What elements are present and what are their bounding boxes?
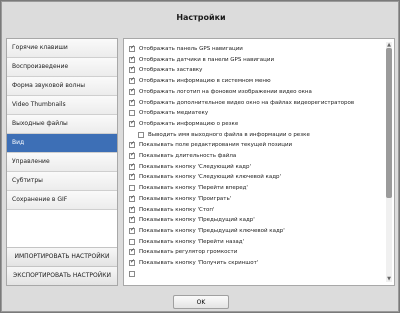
option-checkbox[interactable]: [138, 131, 144, 138]
option-checkbox[interactable]: [129, 65, 135, 74]
settings-dialog: Настройки Горячие клавиши Воспроизведени…: [1, 1, 399, 312]
option-label: Отображать информацию о резке: [139, 120, 239, 127]
option-label: Отображать информацию в системном меню: [139, 78, 271, 85]
option-checkbox[interactable]: [129, 44, 135, 52]
option-label: Показывать кнопку 'Перейти вперед': [139, 185, 248, 192]
option-row[interactable]: Выводить имя выходного файла в информаци…: [138, 130, 310, 140]
dialog-title: Настройки: [176, 13, 226, 22]
option-row[interactable]: Отображать панель GPS навигации: [129, 44, 243, 54]
option-row[interactable]: Отображать дополнительное видео окно на …: [129, 98, 354, 108]
scroll-down-icon[interactable]: ▼: [386, 276, 392, 282]
option-row[interactable]: Отображать медиатеку: [129, 108, 208, 118]
ok-button[interactable]: OK: [173, 295, 229, 309]
sidebar-item-controls[interactable]: Управление: [7, 153, 117, 172]
sidebar-item-output-files[interactable]: Выходные файлы: [7, 115, 117, 134]
option-label: Показывать кнопку 'Предыдущий кадр': [139, 217, 255, 224]
option-row[interactable]: Отображать датчики в панели GPS навигаци…: [129, 55, 274, 65]
option-row[interactable]: Показывать кнопку 'Получить скриншот': [129, 258, 258, 268]
option-checkbox[interactable]: [129, 55, 135, 63]
option-row[interactable]: Показывать кнопку 'Предыдущий кадр': [129, 215, 255, 225]
option-checkbox[interactable]: [129, 172, 135, 181]
options-scrollbar[interactable]: ▲ ▼: [386, 42, 392, 282]
option-label: Показывать кнопку 'Получить скриншот': [139, 260, 259, 266]
option-label: Отображать заставку: [139, 67, 203, 74]
option-label: Отображать датчики в панели GPS навигаци…: [139, 56, 275, 63]
option-label: Отображать логотип на фоновом изображени…: [139, 88, 312, 95]
option-checkbox[interactable]: [129, 205, 135, 213]
option-checkbox[interactable]: [129, 87, 135, 95]
option-checkbox[interactable]: [129, 247, 135, 256]
option-row[interactable]: Показывать кнопку 'Перейти назад': [129, 237, 244, 247]
scrollbar-thumb[interactable]: [386, 48, 392, 198]
option-checkbox[interactable]: [129, 185, 135, 192]
option-checkbox[interactable]: [129, 194, 135, 202]
option-label: Показывать кнопку 'Следующий ключевой ка…: [139, 174, 282, 181]
import-settings-button[interactable]: ИМПОРТИРОВАТЬ НАСТРОЙКИ: [7, 247, 117, 266]
sidebar-item-hotkeys[interactable]: Горячие клавиши: [7, 39, 117, 58]
option-label: Отображать панель GPS навигации: [139, 46, 243, 52]
option-row[interactable]: Отображать логотип на фоновом изображени…: [129, 87, 312, 97]
sidebar-item-playback[interactable]: Воспроизведение: [7, 58, 117, 77]
option-label: Отображать дополнительное видео окно на …: [139, 99, 355, 106]
option-row[interactable]: Показывать кнопку 'Предыдущий ключевой к…: [129, 226, 285, 236]
option-label: Показывать кнопку 'Перейти назад': [139, 238, 245, 245]
option-row[interactable]: Отображать информацию в системном меню: [129, 76, 271, 86]
option-row[interactable]: Показывать кнопку 'Проиграть': [129, 194, 231, 204]
option-label: Показывать длительность файла: [139, 153, 237, 159]
option-checkbox[interactable]: [129, 151, 135, 159]
option-checkbox[interactable]: [129, 76, 135, 85]
option-checkbox[interactable]: [129, 162, 135, 170]
sidebar-item-waveform[interactable]: Форма звуковой волны: [7, 77, 117, 96]
export-settings-button[interactable]: ЭКСПОРТИРОВАТЬ НАСТРОЙКИ: [7, 266, 117, 285]
option-label: Показывать кнопку 'Проиграть': [139, 195, 232, 202]
option-row[interactable]: Отображать информацию о резке: [129, 119, 238, 129]
option-label: Показывать регулятор громкости: [139, 249, 238, 256]
option-row[interactable]: Показывать кнопку 'Следующий кадр': [129, 162, 251, 172]
sidebar-item-gif-export[interactable]: Сохранение в GIF: [7, 191, 117, 210]
option-label: Отображать медиатеку: [139, 110, 209, 117]
option-label: Показывать кнопку 'Предыдущий ключевой к…: [139, 227, 285, 234]
option-row[interactable]: Показывать поле редактирования текущей п…: [129, 140, 292, 150]
option-row[interactable]: Показывать длительность файла: [129, 151, 236, 161]
option-checkbox[interactable]: [129, 119, 135, 127]
option-checkbox[interactable]: [129, 270, 135, 277]
option-checkbox[interactable]: [129, 110, 135, 117]
option-row[interactable]: Показывать кнопку 'Стоп': [129, 205, 215, 215]
option-checkbox[interactable]: [129, 258, 135, 266]
option-row[interactable]: Показывать кнопку 'Перейти вперед': [129, 183, 248, 193]
option-label: Показывать кнопку 'Следующий кадр': [139, 163, 251, 170]
option-label: Выводить имя выходного файла в информаци…: [148, 131, 310, 138]
sidebar-item-subtitles[interactable]: Субтитры: [7, 172, 117, 191]
option-checkbox[interactable]: [129, 140, 135, 149]
option-checkbox[interactable]: [129, 215, 135, 224]
sidebar-item-video-thumbnails[interactable]: Video Thumbnails: [7, 96, 117, 115]
option-checkbox[interactable]: [129, 238, 135, 245]
option-label: Показывать кнопку 'Стоп': [139, 206, 215, 213]
option-row[interactable]: [129, 269, 139, 279]
option-row[interactable]: Отображать заставку: [129, 65, 202, 75]
settings-sidebar: Горячие клавиши Воспроизведение Форма зв…: [6, 38, 118, 286]
option-checkbox[interactable]: [129, 226, 135, 234]
option-checkbox[interactable]: [129, 98, 135, 106]
option-row[interactable]: Показывать регулятор громкости: [129, 247, 237, 257]
option-label: Показывать поле редактирования текущей п…: [139, 142, 293, 149]
option-row[interactable]: Показывать кнопку 'Следующий ключевой ка…: [129, 172, 281, 182]
options-panel: ▲ ▼ Отображать панель GPS навигации Отобр…: [123, 38, 395, 286]
sidebar-item-view[interactable]: Вид: [7, 134, 117, 153]
